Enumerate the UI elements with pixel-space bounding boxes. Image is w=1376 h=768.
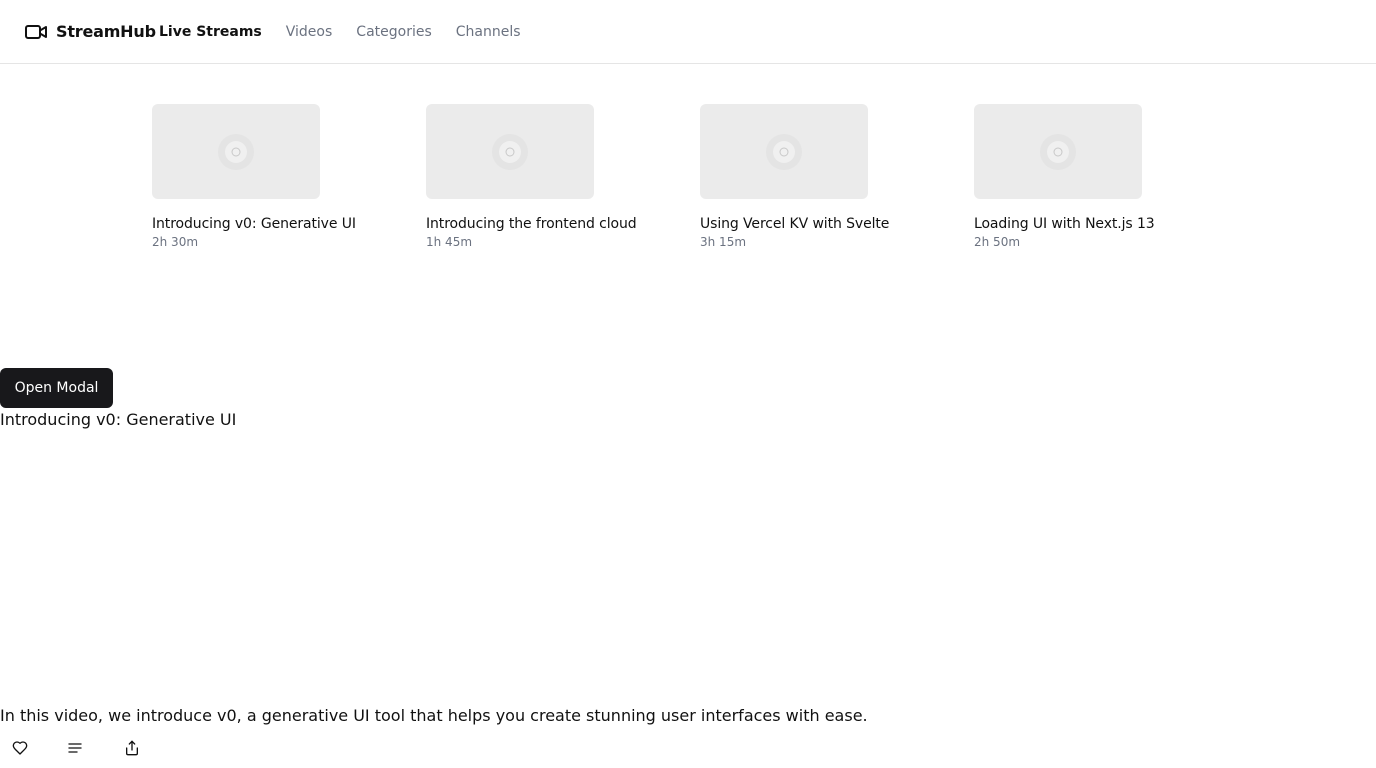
video-thumbnail[interactable] <box>426 104 594 199</box>
list-icon <box>68 743 82 753</box>
heart-icon <box>12 741 28 755</box>
image-placeholder-icon <box>492 133 528 170</box>
share-button[interactable] <box>120 736 144 760</box>
video-camera-icon <box>24 20 48 44</box>
image-placeholder-icon <box>766 133 802 170</box>
nav-item-videos[interactable]: Videos <box>286 24 333 40</box>
like-button[interactable] <box>8 736 32 760</box>
brand-logo-link[interactable]: StreamHub <box>24 0 156 63</box>
video-title[interactable]: Introducing the frontend cloud <box>426 216 666 232</box>
top-header: StreamHub Live Streams Videos Categories… <box>0 0 1376 64</box>
video-duration: 1h 45m <box>426 235 473 249</box>
modal-description: In this video, we introduce v0, a genera… <box>0 706 868 725</box>
video-title[interactable]: Using Vercel KV with Svelte <box>700 216 940 232</box>
video-title[interactable]: Introducing v0: Generative UI <box>152 216 392 232</box>
modal-title: Introducing v0: Generative UI <box>0 410 237 429</box>
share-icon <box>126 740 138 756</box>
video-thumbnail[interactable] <box>974 104 1142 199</box>
video-title[interactable]: Loading UI with Next.js 13 <box>974 216 1214 232</box>
image-placeholder-icon <box>1040 133 1076 170</box>
video-thumbnail[interactable] <box>700 104 868 199</box>
image-placeholder-icon <box>218 133 254 170</box>
main-nav: Live Streams Videos Categories Channels <box>159 0 545 63</box>
video-card[interactable]: Loading UI with Next.js 13 2h 50m <box>974 104 1214 249</box>
brand-name: StreamHub <box>56 22 156 41</box>
video-thumbnail[interactable] <box>152 104 320 199</box>
video-card[interactable]: Using Vercel KV with Svelte 3h 15m <box>700 104 940 249</box>
video-card[interactable]: Introducing v0: Generative UI 2h 30m <box>152 104 392 249</box>
list-button[interactable] <box>63 736 87 760</box>
video-card[interactable]: Introducing the frontend cloud 1h 45m <box>426 104 666 249</box>
video-duration: 3h 15m <box>700 235 747 249</box>
open-modal-button[interactable]: Open Modal <box>0 368 113 408</box>
video-actions <box>0 736 200 760</box>
nav-item-channels[interactable]: Channels <box>456 24 521 40</box>
video-duration: 2h 50m <box>974 235 1021 249</box>
nav-item-categories[interactable]: Categories <box>356 24 431 40</box>
nav-item-live-streams[interactable]: Live Streams <box>159 24 262 40</box>
video-duration: 2h 30m <box>152 235 199 249</box>
